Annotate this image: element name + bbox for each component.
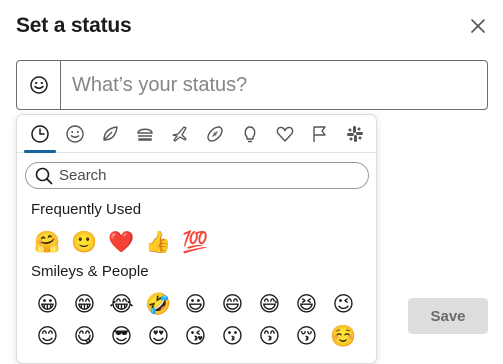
emoji-button[interactable]: 😃	[177, 289, 214, 319]
emoji-button[interactable]: 😁	[66, 289, 103, 319]
tab-custom[interactable]	[343, 122, 367, 146]
section-title-smileys-people: Smileys & People	[31, 263, 149, 280]
tab-travel-places[interactable]	[168, 122, 192, 146]
plane-icon	[172, 126, 187, 142]
emoji-button[interactable]: 🤗	[29, 227, 66, 257]
emoji-category-tabs	[17, 115, 376, 153]
leaf-icon	[103, 126, 118, 141]
page-title: Set a status	[16, 14, 132, 37]
tab-frequently-used[interactable]	[28, 122, 52, 146]
close-button[interactable]	[466, 14, 490, 38]
frequently-used-row: 🤗 🙂 ❤️ 👍 💯	[29, 227, 214, 257]
lightbulb-icon	[244, 126, 256, 143]
emoji-picker-button[interactable]	[17, 61, 61, 109]
emoji-button[interactable]: 💯	[177, 227, 214, 257]
emoji-search-input[interactable]	[53, 167, 368, 184]
emoji-button[interactable]: 😄	[214, 289, 251, 319]
tab-activities[interactable]	[203, 122, 227, 146]
clock-icon	[31, 125, 49, 143]
tab-symbols[interactable]	[273, 122, 297, 146]
flag-icon	[313, 126, 326, 142]
slack-icon	[347, 126, 363, 142]
search-icon	[35, 167, 53, 185]
heart-icon	[276, 126, 294, 142]
emoji-button[interactable]: 😆	[288, 289, 325, 319]
smileys-row: 😀 😁 😂 🤣 😃 😄 😅 😆 😉	[29, 289, 362, 319]
section-title-frequently-used: Frequently Used	[31, 201, 142, 218]
save-button[interactable]: Save	[408, 298, 488, 334]
burger-icon	[137, 128, 153, 141]
emoji-button[interactable]: 😉	[325, 289, 362, 319]
emoji-picker: Frequently Used 🤗 🙂 ❤️ 👍 💯 Smileys & Peo…	[16, 114, 377, 364]
status-input[interactable]	[61, 61, 487, 109]
close-icon	[471, 19, 485, 33]
emoji-button[interactable]: ❤️	[103, 227, 140, 257]
tab-smileys-people[interactable]	[63, 122, 87, 146]
emoji-button[interactable]: 🙂	[66, 227, 103, 257]
active-tab-indicator	[24, 150, 56, 153]
smiley-icon	[66, 125, 84, 143]
tab-food-drink[interactable]	[133, 122, 157, 146]
status-field	[16, 60, 488, 110]
tab-flags[interactable]	[308, 122, 332, 146]
smiley-outline-icon	[29, 76, 48, 94]
football-icon	[207, 126, 223, 142]
emoji-button[interactable]: 😂	[103, 289, 140, 319]
emoji-button[interactable]: 😅	[251, 289, 288, 319]
emoji-button[interactable]: 🤣	[140, 289, 177, 319]
emoji-button[interactable]: 👍	[140, 227, 177, 257]
tab-nature[interactable]	[98, 122, 122, 146]
emoji-button[interactable]: 😀	[29, 289, 66, 319]
emoji-search-field	[25, 162, 369, 189]
tab-objects[interactable]	[238, 122, 262, 146]
